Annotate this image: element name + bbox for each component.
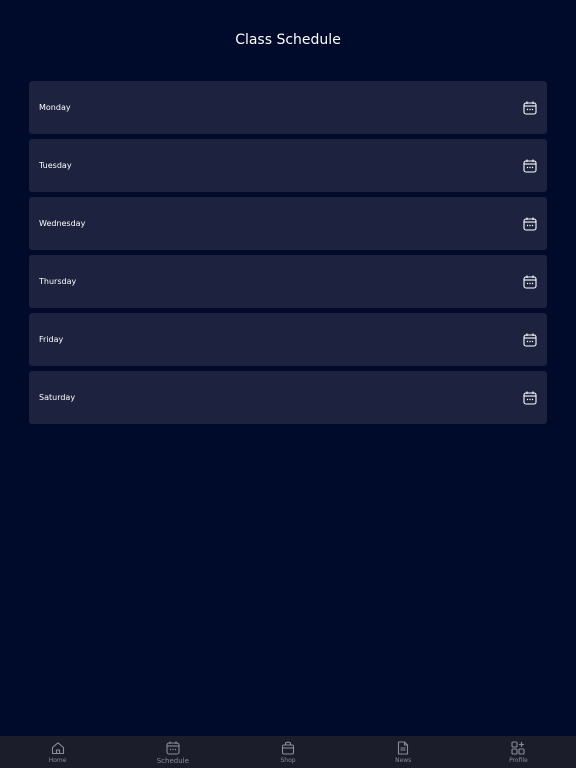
grid-plus-icon: [510, 740, 526, 756]
tab-label: Shop: [280, 757, 296, 764]
home-icon: [50, 740, 66, 756]
day-card-thursday[interactable]: Thursday: [29, 255, 547, 308]
day-card-tuesday[interactable]: Tuesday: [29, 139, 547, 192]
calendar-icon: [523, 391, 537, 405]
day-label: Tuesday: [39, 161, 72, 170]
shopping-bag-icon: [280, 740, 296, 756]
day-card-saturday[interactable]: Saturday: [29, 371, 547, 424]
day-list: Monday Tuesday Wednesday Thursday Friday…: [29, 81, 547, 429]
tab-label: Schedule: [156, 757, 189, 765]
page-title: Class Schedule: [235, 32, 341, 48]
day-label: Friday: [39, 335, 64, 344]
tab-shop[interactable]: Shop: [230, 736, 345, 768]
day-card-friday[interactable]: Friday: [29, 313, 547, 366]
tab-label: Home: [48, 757, 67, 764]
tab-news[interactable]: News: [346, 736, 461, 768]
calendar-icon: [165, 740, 181, 756]
day-label: Wednesday: [39, 219, 86, 228]
tab-schedule[interactable]: Schedule: [115, 736, 230, 768]
tab-label: Profile: [509, 757, 528, 764]
day-label: Saturday: [39, 393, 76, 402]
day-card-wednesday[interactable]: Wednesday: [29, 197, 547, 250]
tab-home[interactable]: Home: [0, 736, 115, 768]
day-label: Monday: [39, 103, 71, 112]
tab-label: News: [395, 757, 412, 764]
day-label: Thursday: [39, 277, 77, 286]
bottom-tab-bar: Home Schedule Shop News Profile: [0, 736, 576, 768]
calendar-icon: [523, 159, 537, 173]
tab-profile[interactable]: Profile: [461, 736, 576, 768]
calendar-icon: [523, 275, 537, 289]
day-card-monday[interactable]: Monday: [29, 81, 547, 134]
calendar-icon: [523, 217, 537, 231]
calendar-icon: [523, 333, 537, 347]
document-icon: [395, 740, 411, 756]
calendar-icon: [523, 101, 537, 115]
